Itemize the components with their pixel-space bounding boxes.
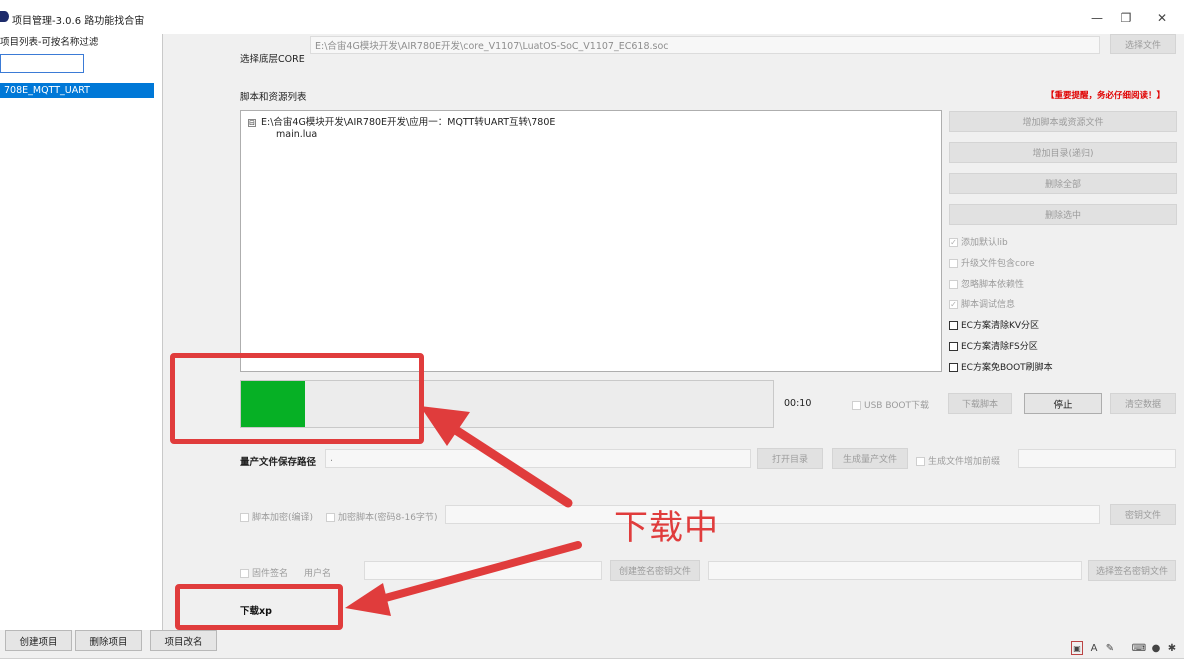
keyboard-icon[interactable]: ⌨: [1132, 641, 1146, 655]
annotation-arrow-status: [345, 541, 582, 616]
user-icon[interactable]: ●: [1150, 641, 1162, 655]
font-icon[interactable]: A: [1088, 641, 1100, 655]
bottom-edge: [0, 658, 1184, 667]
annotation-arrows: [345, 406, 582, 616]
image-icon[interactable]: ▣: [1071, 641, 1083, 655]
annotation-label: 下载中: [614, 508, 719, 548]
settings-icon[interactable]: ✱: [1166, 641, 1178, 655]
annotation-arrow-progress: [420, 406, 573, 508]
pen-icon[interactable]: ✎: [1104, 641, 1116, 655]
